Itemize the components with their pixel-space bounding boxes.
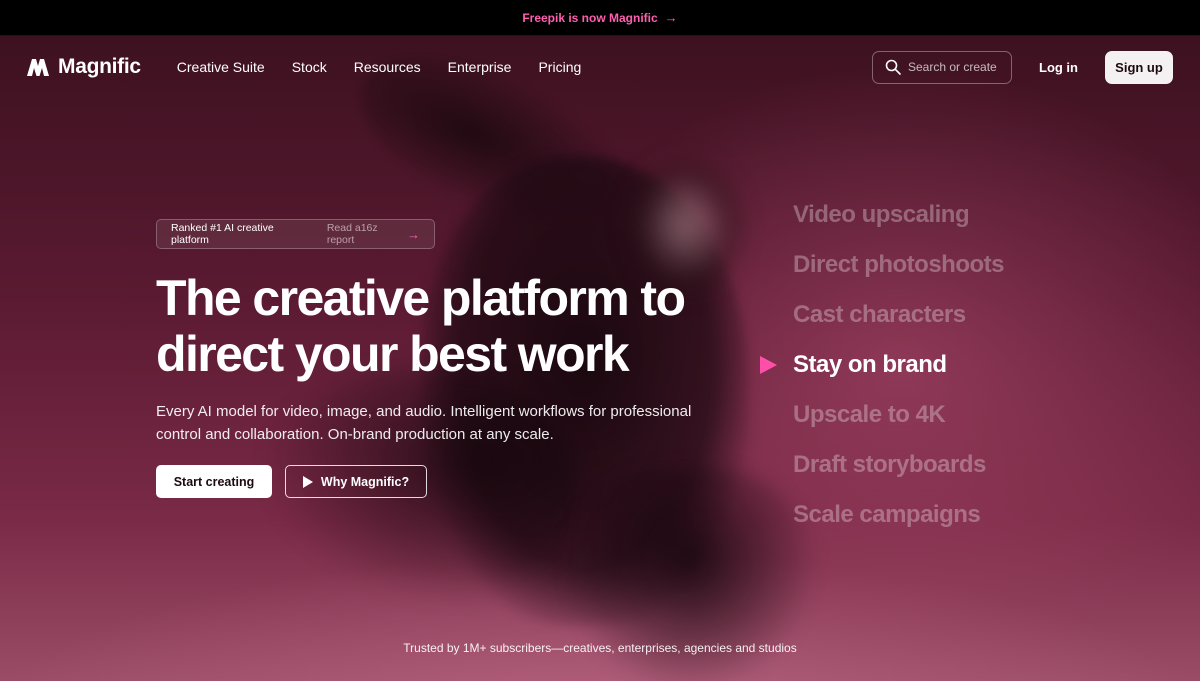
ranking-badge[interactable]: Ranked #1 AI creative platform Read a16z…	[156, 219, 435, 249]
feature-item[interactable]: Draft storyboards	[793, 440, 1133, 490]
why-magnific-label: Why Magnific?	[320, 474, 410, 489]
login-link[interactable]: Log in	[1039, 60, 1078, 75]
feature-item[interactable]: Video upscaling	[793, 190, 1133, 240]
arrow-right-icon: →	[664, 10, 678, 25]
nav-actions: Search or create Log in Sign up	[872, 50, 1173, 84]
feature-item[interactable]: Direct photoshoots	[793, 240, 1133, 290]
feature-item-active[interactable]: Stay on brand	[760, 340, 1133, 390]
nav-links: Creative Suite Stock Resources Enterpris…	[177, 59, 581, 75]
nav-link-stock[interactable]: Stock	[292, 59, 327, 75]
announcement-bar[interactable]: Freepik is now Magnific →	[0, 0, 1200, 36]
play-icon	[302, 475, 313, 488]
brand-logo-link[interactable]: Magnific	[27, 55, 141, 79]
feature-item-active-label: Stay on brand	[793, 351, 947, 378]
signup-button[interactable]: Sign up	[1105, 50, 1173, 84]
nav-link-enterprise[interactable]: Enterprise	[448, 59, 512, 75]
hero-headline: The creative platform to direct your bes…	[156, 270, 736, 382]
nav-link-pricing[interactable]: Pricing	[538, 59, 581, 75]
search-icon	[885, 59, 901, 75]
start-creating-button[interactable]: Start creating	[156, 465, 272, 498]
nav-link-resources[interactable]: Resources	[354, 59, 421, 75]
brand-name: Magnific	[58, 55, 141, 78]
feature-item[interactable]: Upscale to 4K	[793, 390, 1133, 440]
feature-rotator: Video upscaling Direct photoshoots Cast …	[760, 190, 1133, 540]
nav-link-creative-suite[interactable]: Creative Suite	[177, 59, 265, 75]
magnific-logo-icon	[27, 59, 49, 76]
play-marker-icon	[760, 356, 777, 374]
headline-line-1: The creative platform to	[156, 270, 686, 326]
search-input[interactable]: Search or create	[872, 50, 1012, 84]
badge-report-link[interactable]: Read a16z report	[327, 222, 407, 246]
trusted-by-text: Trusted by 1M+ subscribers—creatives, en…	[403, 641, 797, 655]
search-placeholder: Search or create	[908, 60, 997, 74]
feature-item[interactable]: Scale campaigns	[793, 490, 1133, 540]
headline-line-2: direct your best work	[156, 326, 630, 382]
arrow-right-icon: →	[407, 226, 420, 242]
why-magnific-button[interactable]: Why Magnific?	[285, 465, 427, 498]
hero-subtext: Every AI model for video, image, and aud…	[156, 403, 692, 443]
feature-item[interactable]: Cast characters	[793, 290, 1133, 340]
badge-rank-text: Ranked #1 AI creative platform	[171, 222, 274, 246]
announcement-text[interactable]: Freepik is now Magnific	[522, 11, 657, 25]
main-nav: Magnific Creative Suite Stock Resources …	[0, 36, 1200, 98]
